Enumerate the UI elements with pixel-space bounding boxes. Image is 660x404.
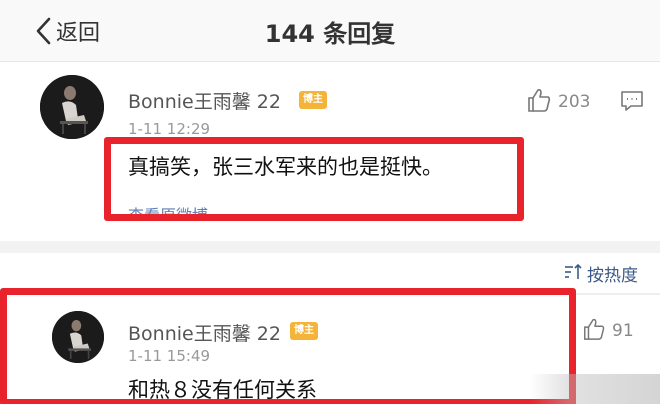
watermark <box>530 374 660 404</box>
username[interactable]: Bonnie王雨馨 22 <box>128 87 281 114</box>
sort-by-hot-button[interactable]: 按热度 <box>563 261 638 286</box>
thumbs-up-icon <box>526 87 552 117</box>
blogger-badge: 博主 <box>299 91 327 109</box>
timestamp: 1-11 12:29 <box>128 120 211 138</box>
like-button[interactable]: 203 <box>526 87 590 117</box>
avatar-photo-icon <box>40 75 104 139</box>
comment-icon[interactable] <box>620 90 644 116</box>
section-divider <box>0 241 660 253</box>
highlight-box <box>0 288 576 404</box>
thumbs-up-icon <box>582 317 606 345</box>
avatar[interactable] <box>40 75 104 139</box>
top-bar: 返回 144 条回复 <box>0 0 660 62</box>
like-count: 203 <box>558 92 591 112</box>
highlight-box <box>104 137 524 221</box>
sort-bar: 按热度 <box>0 253 660 293</box>
like-count: 91 <box>612 321 634 341</box>
like-button[interactable]: 91 <box>582 317 634 345</box>
sort-label: 按热度 <box>587 266 638 286</box>
page-title: 144 条回复 <box>264 20 396 48</box>
sort-icon <box>563 263 583 285</box>
